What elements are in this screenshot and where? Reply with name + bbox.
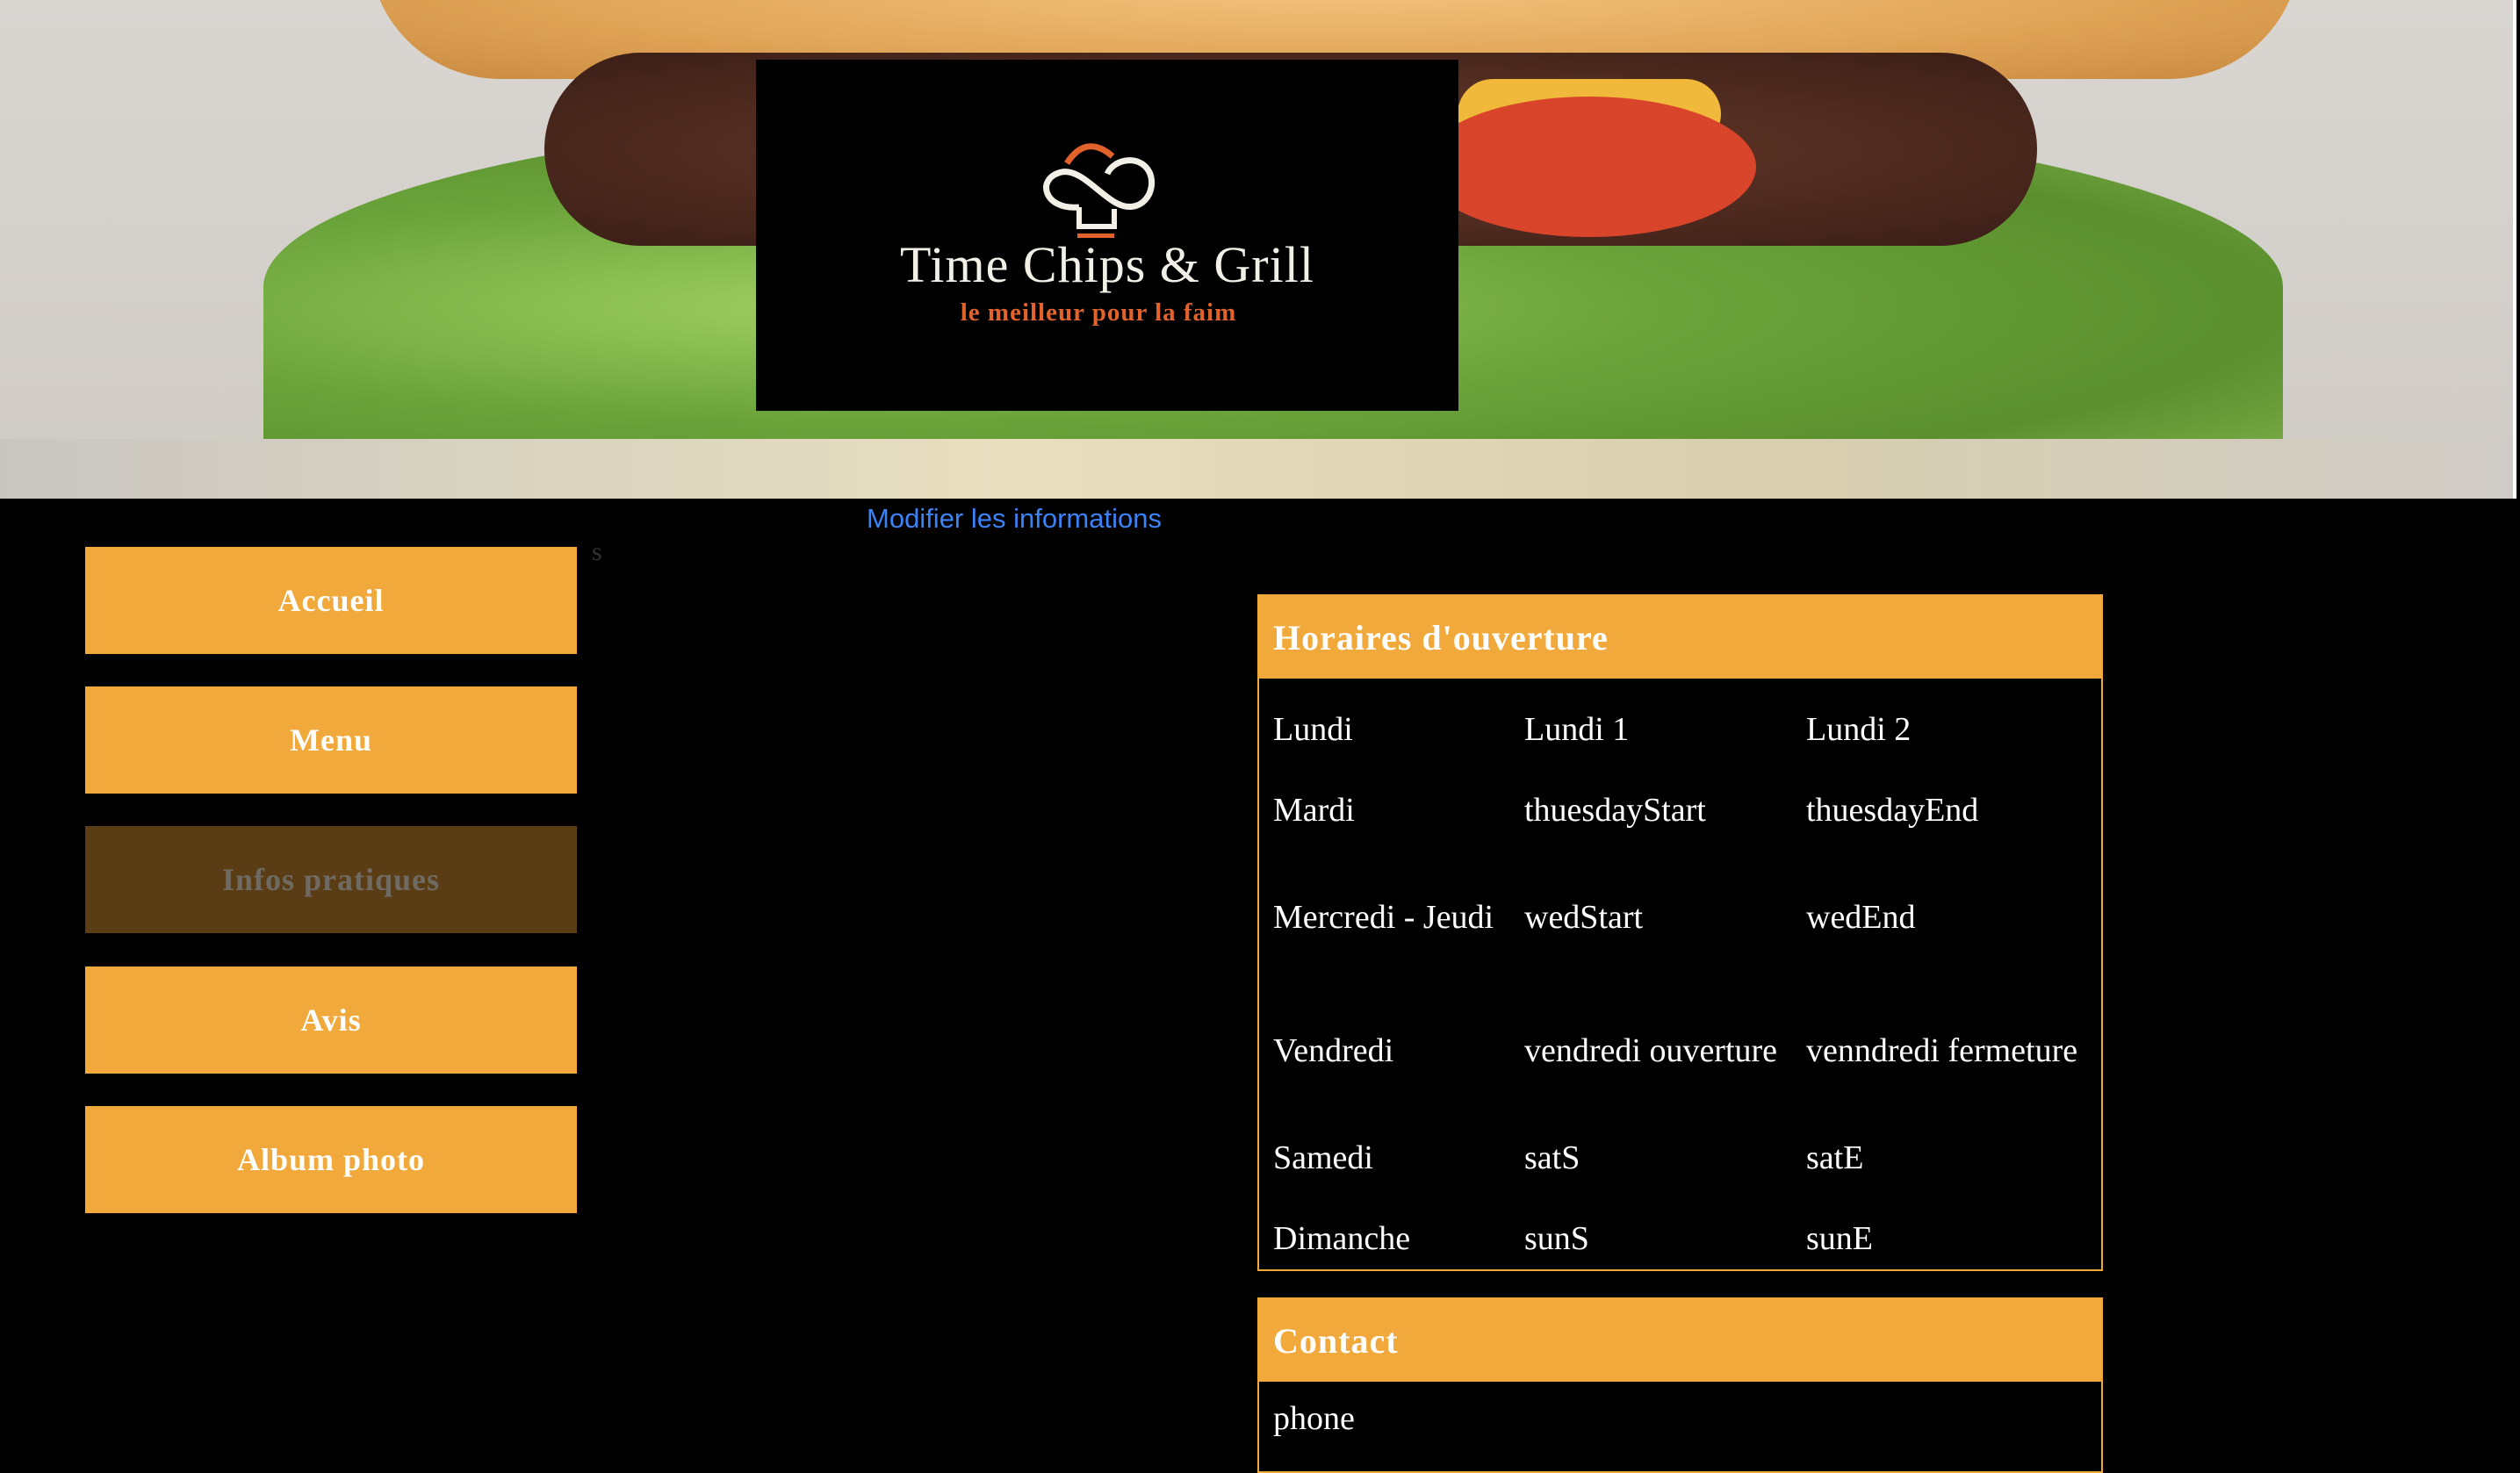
day-cell: Lundi [1273, 711, 1353, 748]
edge-strip [2513, 0, 2516, 499]
restaurant-logo: Time Chips & Grill le meilleur pour la f… [756, 60, 1458, 411]
nav-infos-pratiques-button[interactable]: Infos pratiques [85, 826, 577, 933]
table-row: Mercredi - Jeudi wedStart wedEnd [1259, 851, 2101, 984]
end-cell: venndredi fermeture [1806, 1032, 2078, 1069]
nav-album-photo-button[interactable]: Album photo [85, 1106, 577, 1213]
opening-hours-title: Horaires d'ouverture [1259, 596, 2101, 679]
start-cell: sunS [1524, 1220, 1589, 1257]
nav-avis-button[interactable]: Avis [85, 966, 577, 1074]
day-cell: Vendredi [1273, 1032, 1394, 1069]
opening-hours-table: Lundi Lundi 1 Lundi 2 Mardi thuesdayStar… [1259, 689, 2101, 1279]
day-cell: Dimanche [1273, 1220, 1411, 1257]
brand-tagline: le meilleur pour la faim [960, 298, 1237, 327]
table-row: Mardi thuesdayStart thuesdayEnd [1259, 770, 2101, 851]
start-cell: satS [1524, 1139, 1580, 1176]
start-cell: vendredi ouverture [1524, 1032, 1778, 1069]
tomato-shape [1422, 97, 1756, 237]
opening-hours-panel: Horaires d'ouverture Lundi Lundi 1 Lundi… [1257, 594, 2103, 1271]
day-cell: Mercredi - Jeudi [1273, 899, 1494, 936]
table-row: Samedi satS satE [1259, 1117, 2101, 1198]
end-cell: thuesdayEnd [1806, 792, 1979, 829]
contact-panel: Contact phone [1257, 1297, 2103, 1473]
contact-title: Contact [1259, 1299, 2101, 1382]
nav-accueil-button[interactable]: Accueil [85, 547, 577, 654]
chef-hat-icon [1043, 143, 1156, 238]
start-cell: thuesdayStart [1524, 792, 1706, 829]
start-cell: wedStart [1524, 899, 1644, 936]
table-row: Vendredi vendredi ouverture venndredi fe… [1259, 984, 2101, 1117]
edit-info-link[interactable]: Modifier les informations [867, 503, 1162, 535]
contact-phone: phone [1273, 1400, 1355, 1437]
table-row: Lundi Lundi 1 Lundi 2 [1259, 689, 2101, 770]
brand-name: Time Chips & Grill [900, 236, 1314, 293]
end-cell: Lundi 2 [1806, 711, 1912, 748]
stray-text: s [592, 537, 602, 566]
end-cell: sunE [1806, 1220, 1873, 1257]
table-row: Dimanche sunS sunE [1259, 1198, 2101, 1279]
nav-menu-button[interactable]: Menu [85, 686, 577, 794]
start-cell: Lundi 1 [1524, 711, 1630, 748]
day-cell: Samedi [1273, 1139, 1373, 1176]
end-cell: satE [1806, 1139, 1864, 1176]
day-cell: Mardi [1273, 792, 1355, 829]
end-cell: wedEnd [1806, 899, 1916, 936]
plate-shape [0, 439, 2516, 499]
